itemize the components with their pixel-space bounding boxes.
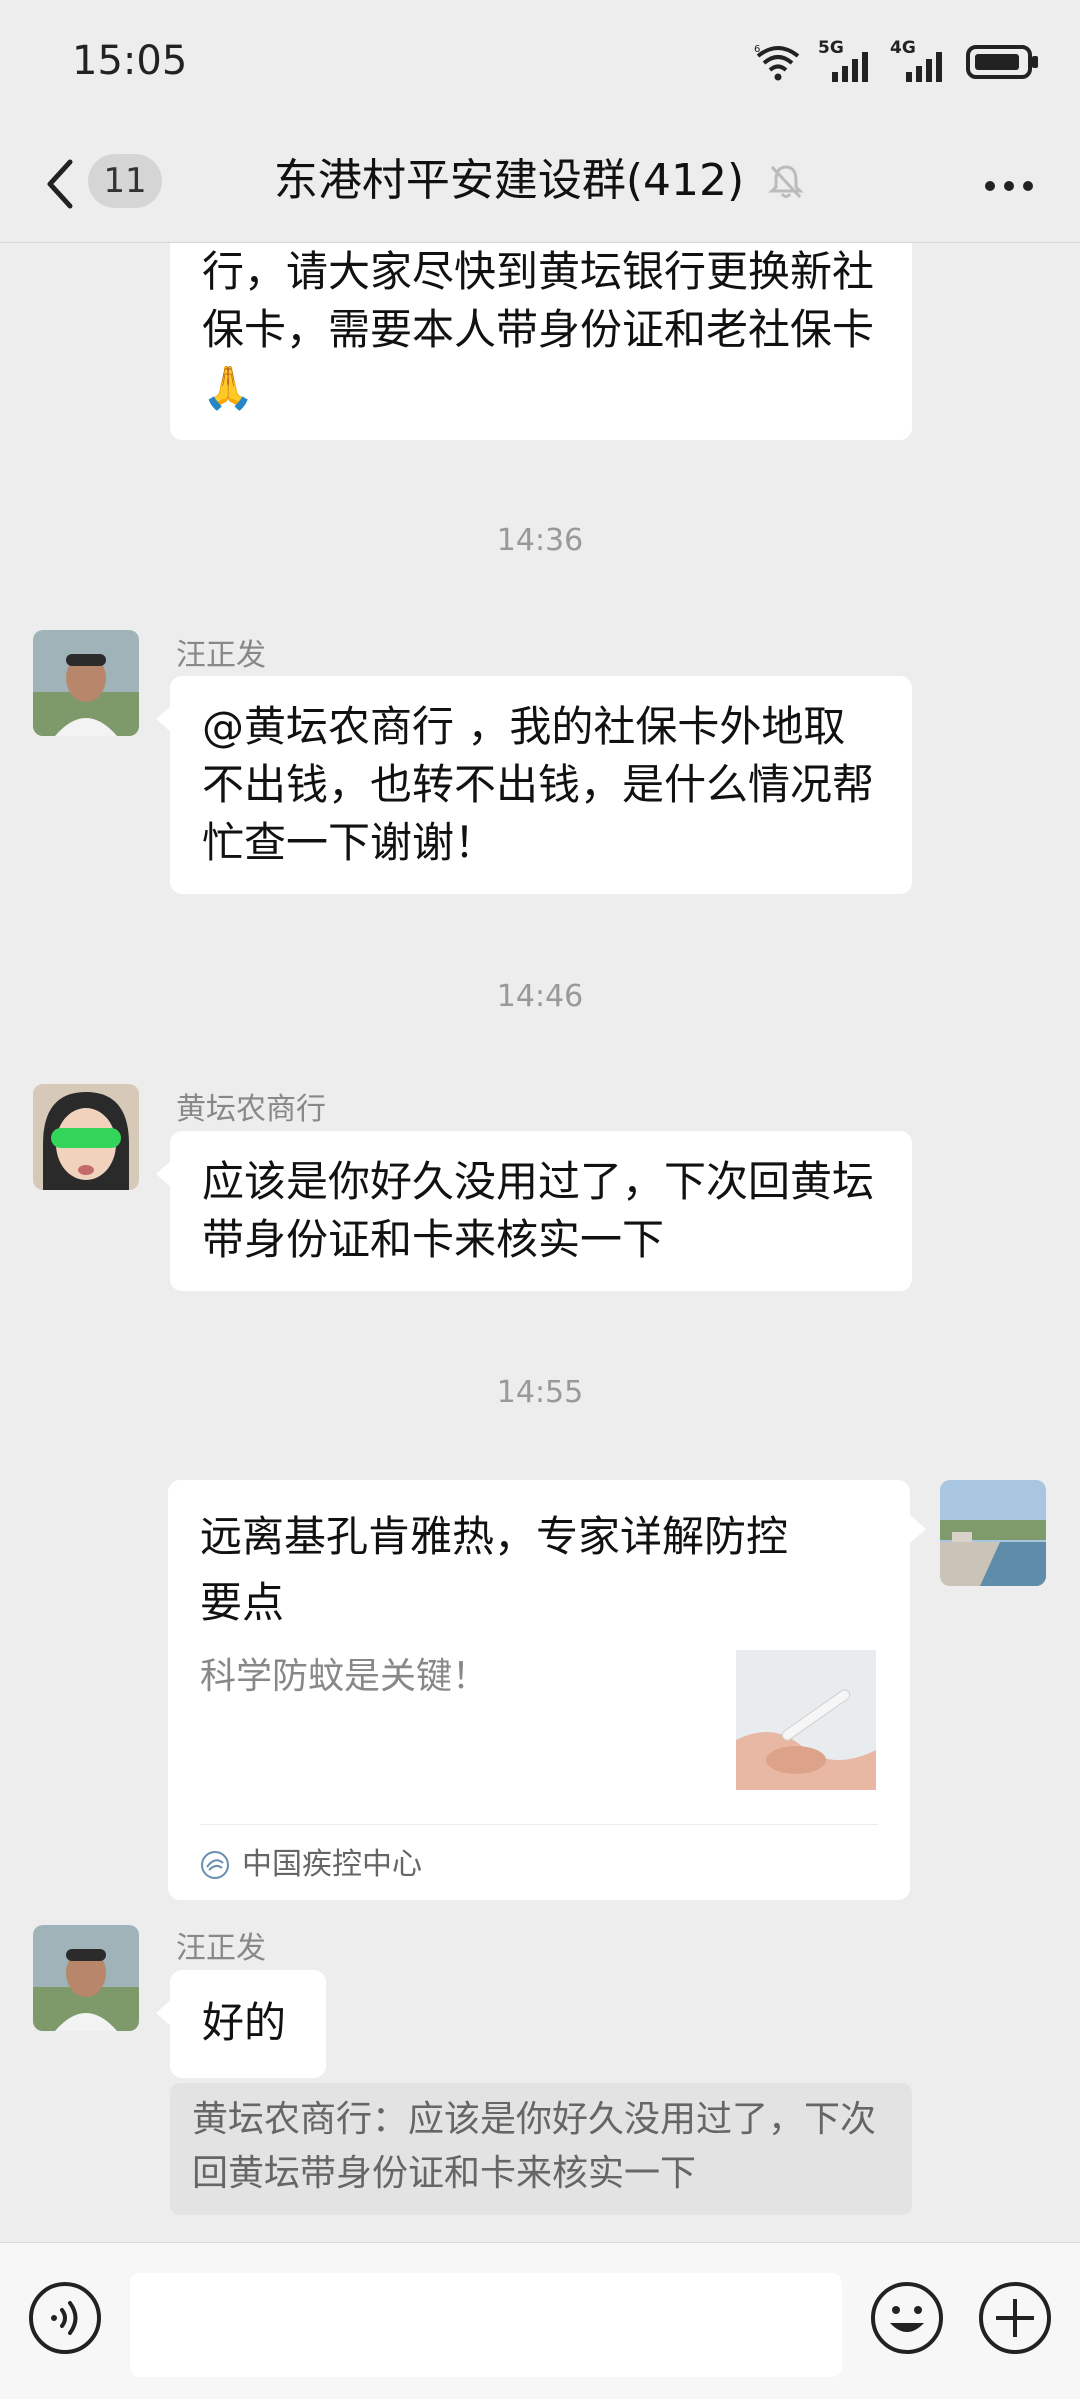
link-card-divider — [200, 1824, 878, 1825]
message-bubble[interactable]: @黄坛农商行 ，我的社保卡外地取不出钱，也转不出钱，是什么情况帮忙查一下谢谢！ — [170, 676, 912, 894]
status-time: 15:05 — [72, 38, 188, 84]
timestamp: 14:55 — [496, 1375, 584, 1410]
timestamp: 14:36 — [496, 523, 584, 558]
wifi-icon: 6 — [754, 44, 800, 81]
status-bar: 15:05 6 5G 4G — [0, 0, 1080, 130]
chat-title: 东港村平安建设群(412) — [0, 148, 1080, 214]
sender-name: 黄坛农商行 — [176, 1092, 326, 1127]
more-icon — [985, 181, 1033, 191]
link-card-title: 远离基孔肯雅热，专家详解防控要点 — [200, 1512, 789, 1627]
emoji-button[interactable] — [868, 2279, 946, 2357]
link-card-description: 科学防蚊是关键！ — [200, 1656, 489, 1697]
avatar[interactable] — [33, 630, 139, 736]
timestamp: 14:46 — [496, 979, 584, 1014]
avatar-image — [33, 1084, 139, 1190]
plus-icon — [979, 2282, 1051, 2354]
avatar-image — [33, 1925, 139, 2031]
emoji-icon — [871, 2282, 943, 2354]
voice-icon — [29, 2282, 101, 2354]
avatar[interactable] — [33, 1084, 139, 1190]
more-functions-button[interactable] — [976, 2279, 1054, 2357]
self-avatar[interactable] — [940, 1480, 1046, 1586]
quoted-message[interactable]: 黄坛农商行：应该是你好久没用过了，下次回黄坛带身份证和卡来核实一下 — [170, 2083, 912, 2215]
signal-icon: 5G — [818, 38, 874, 82]
sender-name: 汪正发 — [176, 638, 266, 673]
message-text: @黄坛农商行 ，我的社保卡外地取不出钱，也转不出钱，是什么情况帮忙查一下谢谢！ — [202, 702, 875, 867]
message-bubble[interactable]: 好的 — [170, 1970, 326, 2078]
link-card-thumbnail — [736, 1650, 876, 1790]
signal-icon-2: 4G — [890, 38, 950, 82]
avatar-image — [33, 630, 139, 736]
source-name: 中国疾控中心 — [242, 1847, 422, 1882]
chat-message-list[interactable]: 行，请大家尽快到黄坛银行更换新社保卡，需要本人带身份证和老社保卡🙏 14:36 … — [0, 243, 1080, 2241]
sender-name: 汪正发 — [176, 1931, 266, 1966]
message-input[interactable] — [130, 2273, 842, 2377]
source-logo-icon — [201, 1851, 229, 1879]
status-icons: 6 5G 4G — [754, 38, 1040, 82]
message-text: 行，请大家尽快到黄坛银行更换新社保卡，需要本人带身份证和老社保卡🙏 — [202, 247, 875, 412]
link-card[interactable]: 远离基孔肯雅热，专家详解防控要点 科学防蚊是关键！ 中国疾控中心 — [168, 1480, 910, 1900]
message-text: 好的 — [202, 1998, 287, 2047]
avatar-image — [940, 1480, 1046, 1586]
voice-button[interactable] — [26, 2279, 104, 2357]
battery-icon — [966, 45, 1038, 79]
more-options-button[interactable] — [974, 156, 1044, 216]
mute-bell-icon — [768, 165, 804, 199]
svg-text:6: 6 — [754, 44, 760, 55]
link-card-source: 中国疾控中心 — [200, 1840, 422, 1890]
title-bar: 11 东港村平安建设群(412) — [0, 130, 1080, 243]
bubble-tail — [910, 1515, 926, 1543]
message-text: 应该是你好久没用过了，下次回黄坛带身份证和卡来核实一下 — [202, 1157, 875, 1264]
avatar[interactable] — [33, 1925, 139, 2031]
group-name: 东港村平安建设群(412) — [273, 155, 745, 206]
message-bubble[interactable]: 行，请大家尽快到黄坛银行更换新社保卡，需要本人带身份证和老社保卡🙏 — [170, 243, 912, 440]
input-bar — [0, 2242, 1080, 2399]
message-bubble[interactable]: 应该是你好久没用过了，下次回黄坛带身份证和卡来核实一下 — [170, 1131, 912, 1291]
